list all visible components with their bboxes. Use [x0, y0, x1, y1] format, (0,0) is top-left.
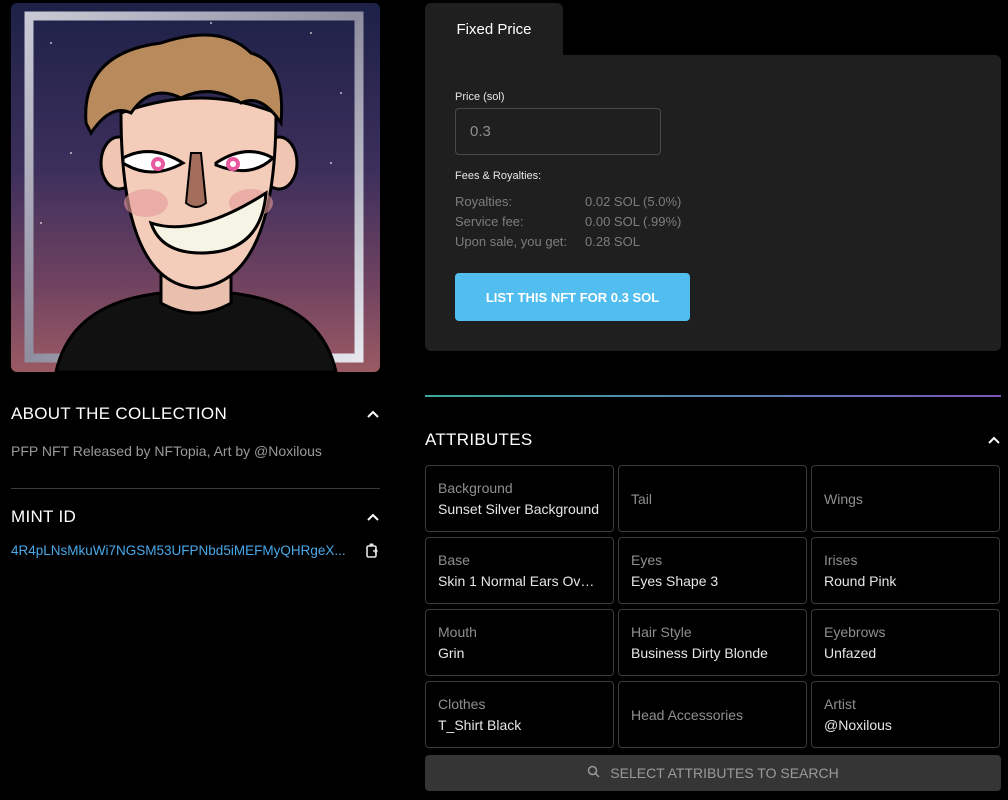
fee-row-proceeds: Upon sale, you get: 0.28 SOL — [455, 234, 640, 249]
fee-label: Royalties: — [455, 194, 513, 209]
attribute-name: Artist — [824, 696, 856, 712]
attribute-name: Tail — [631, 490, 653, 507]
attribute-name: Hair Style — [631, 624, 692, 640]
price-label: Price (sol) — [455, 91, 505, 103]
section-divider — [425, 395, 1001, 397]
fee-value: 0.28 SOL — [585, 234, 640, 249]
attribute-card[interactable]: Irises Round Pink — [811, 537, 1000, 604]
fee-row-service: Service fee: 0.00 SOL (.99%) — [455, 214, 681, 229]
attribute-card[interactable]: Artist @Noxilous — [811, 681, 1000, 748]
search-button-label: SELECT ATTRIBUTES TO SEARCH — [610, 765, 839, 781]
attribute-value: Skin 1 Normal Ears Oval... — [438, 573, 601, 589]
fee-value: 0.00 SOL (.99%) — [585, 214, 682, 229]
collection-description: PFP NFT Released by NFTopia, Art by @Nox… — [11, 443, 322, 459]
attribute-card[interactable]: Wings — [811, 465, 1000, 532]
attribute-name: Eyes — [631, 552, 663, 568]
attributes-header[interactable]: ATTRIBUTES — [425, 430, 1001, 450]
tab-fixed-price[interactable]: Fixed Price — [425, 3, 563, 55]
attribute-value: @Noxilous — [824, 717, 892, 733]
attribute-name: Mouth — [438, 624, 477, 640]
attribute-card[interactable]: Hair Style Business Dirty Blonde — [618, 609, 807, 676]
attributes-grid: Background Sunset Silver Background Tail… — [425, 465, 1001, 748]
select-attributes-search-button[interactable]: SELECT ATTRIBUTES TO SEARCH — [425, 755, 1001, 791]
about-collection-header[interactable]: ABOUT THE COLLECTION — [11, 404, 380, 424]
attribute-value: Business Dirty Blonde — [631, 645, 768, 661]
mint-id-header[interactable]: MINT ID — [11, 507, 380, 527]
fee-label: Service fee: — [455, 214, 524, 229]
chevron-up-icon[interactable] — [987, 433, 1001, 447]
attribute-card[interactable]: Mouth Grin — [425, 609, 614, 676]
mint-id-link[interactable]: 4R4pLNsMkuWi7NGSM53UFPNbd5iMEFMyQHRgeX..… — [11, 543, 353, 558]
mint-id-row: 4R4pLNsMkuWi7NGSM53UFPNbd5iMEFMyQHRgeX..… — [11, 542, 380, 558]
attribute-value: Round Pink — [824, 573, 897, 589]
price-input[interactable] — [455, 108, 661, 155]
fees-title: Fees & Royalties: — [455, 170, 542, 182]
listing-card: Price (sol) Fees & Royalties: Royalties:… — [425, 55, 1001, 351]
attribute-name: Eyebrows — [824, 624, 886, 640]
nft-image — [11, 3, 380, 372]
attribute-card[interactable]: Eyebrows Unfazed — [811, 609, 1000, 676]
attribute-value: Unfazed — [824, 645, 877, 661]
attributes-title: ATTRIBUTES — [425, 430, 533, 449]
attribute-card[interactable]: Tail — [618, 465, 807, 532]
attribute-card[interactable]: Base Skin 1 Normal Ears Oval... — [425, 537, 614, 604]
about-collection-title: ABOUT THE COLLECTION — [11, 404, 228, 423]
attribute-name: Clothes — [438, 696, 486, 712]
chevron-up-icon[interactable] — [366, 510, 380, 524]
attribute-card[interactable]: Head Accessories — [618, 681, 807, 748]
attribute-card[interactable]: Clothes T_Shirt Black — [425, 681, 614, 748]
divider — [11, 488, 380, 489]
fee-row-royalties: Royalties: 0.02 SOL (5.0%) — [455, 194, 681, 209]
attribute-card[interactable]: Eyes Eyes Shape 3 — [618, 537, 807, 604]
attribute-card[interactable]: Background Sunset Silver Background — [425, 465, 614, 532]
attribute-name: Background — [438, 480, 513, 496]
attribute-value: Eyes Shape 3 — [631, 573, 719, 589]
attribute-name: Base — [438, 552, 470, 568]
attribute-name: Head Accessories — [631, 706, 744, 723]
mint-id-title: MINT ID — [11, 507, 77, 526]
attribute-name: Wings — [824, 490, 863, 507]
list-nft-button[interactable]: LIST THIS NFT FOR 0.3 SOL — [455, 273, 690, 321]
fee-value: 0.02 SOL (5.0%) — [585, 194, 682, 209]
fee-label: Upon sale, you get: — [455, 234, 568, 249]
attribute-value: Grin — [438, 645, 465, 661]
attribute-value: T_Shirt Black — [438, 717, 522, 733]
search-icon — [587, 765, 600, 781]
attribute-value: Sunset Silver Background — [438, 501, 600, 517]
chevron-up-icon[interactable] — [366, 407, 380, 421]
copy-icon[interactable] — [364, 542, 380, 558]
attribute-name: Irises — [824, 552, 858, 568]
